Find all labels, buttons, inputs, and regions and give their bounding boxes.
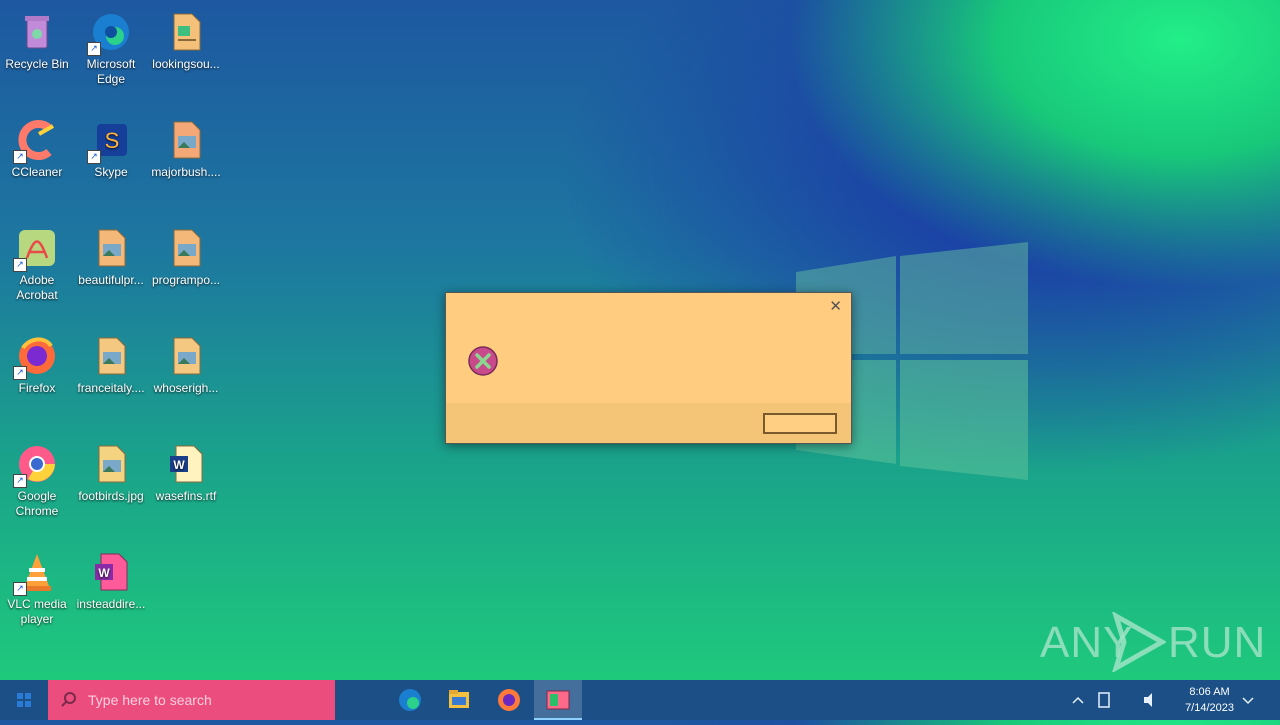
play-icon <box>1112 612 1166 672</box>
tray-volume[interactable] <box>1140 680 1160 720</box>
ok-button[interactable] <box>763 413 837 434</box>
chrome-icon: ↗ <box>13 442 59 488</box>
start-button[interactable] <box>0 680 48 720</box>
desktop-icon-footbirds[interactable]: footbirds.jpg <box>74 436 148 504</box>
dialog-footer <box>446 403 851 443</box>
desktop-icon-label: Microsoft Edge <box>86 57 136 86</box>
desktop-icon-label: Recycle Bin <box>5 57 69 71</box>
edge-icon <box>399 689 421 711</box>
desktop-icon-franceitaly[interactable]: franceitaly.... <box>74 328 148 396</box>
image-file-icon <box>164 226 208 270</box>
ccleaner-icon: ↗ <box>13 118 59 164</box>
desktop-icon-label: insteaddire... <box>76 597 146 611</box>
error-icon <box>467 345 499 377</box>
desktop-icon-label: majorbush.... <box>151 165 221 179</box>
taskbar: Type here to search 8:06 AM 7/14/2023 <box>0 680 1280 720</box>
desktop-icon-label: CCleaner <box>11 165 63 179</box>
desktop-icon-label: programpo... <box>151 273 221 287</box>
windows-start-icon <box>17 693 31 707</box>
shortcut-arrow-icon: ↗ <box>13 366 27 380</box>
shortcut-arrow-icon: ↗ <box>13 150 27 164</box>
vlc-icon: ↗ <box>13 550 59 596</box>
desktop-icon-label: Skype <box>94 165 128 179</box>
image-file-icon <box>89 334 133 378</box>
desktop-icon-label: franceitaly.... <box>77 381 145 395</box>
shortcut-arrow-icon: ↗ <box>87 42 101 56</box>
taskbar-app-active[interactable] <box>534 680 582 720</box>
word-document-icon: W <box>164 442 208 486</box>
desktop-icon-label: whoserigh... <box>153 381 219 395</box>
recycle-bin-icon <box>15 10 59 54</box>
desktop-icon-label: footbirds.jpg <box>78 489 144 503</box>
firefox-icon <box>498 689 520 711</box>
svg-text:W: W <box>173 458 185 472</box>
error-dialog: ✕ <box>445 292 852 444</box>
chevron-down-icon <box>1242 697 1254 705</box>
search-placeholder: Type here to search <box>88 692 212 708</box>
desktop-icon-label: lookingsou... <box>152 57 220 71</box>
svg-text:W: W <box>98 566 110 580</box>
acrobat-icon: ↗ <box>13 226 59 272</box>
tray-notifications[interactable] <box>1238 680 1258 720</box>
anyrun-watermark: ANY RUN <box>1040 610 1265 674</box>
desktop-icon-label: Firefox <box>18 381 56 395</box>
image-file-icon <box>89 226 133 270</box>
shortcut-arrow-icon: ↗ <box>13 258 27 272</box>
image-file-icon <box>164 118 208 162</box>
desktop-icon-insteaddire[interactable]: W insteaddire... <box>74 544 148 612</box>
firefox-icon: ↗ <box>13 334 59 380</box>
desktop-icon-microsoft-edge[interactable]: ↗ Microsoft Edge <box>74 4 148 87</box>
speaker-icon <box>1144 693 1152 707</box>
desktop-icon-google-chrome[interactable]: ↗ Google Chrome <box>0 436 74 519</box>
desktop-icon-label: wasefins.rtf <box>155 489 217 503</box>
desktop-icon-lookingsou[interactable]: lookingsou... <box>149 4 223 72</box>
document-file-icon <box>164 10 208 54</box>
clock-time: 8:06 AM <box>1189 686 1230 698</box>
taskbar-app-edge[interactable] <box>386 680 434 720</box>
desktop-icon-programpo[interactable]: programpo... <box>149 220 223 288</box>
application-icon <box>546 690 570 710</box>
shortcut-arrow-icon: ↗ <box>13 582 27 596</box>
close-icon[interactable]: ✕ <box>829 297 842 315</box>
folder-icon <box>449 690 469 708</box>
image-file-icon <box>164 334 208 378</box>
search-icon <box>61 692 76 707</box>
desktop-icon-label: VLC media player <box>7 597 67 626</box>
tray-network[interactable] <box>1094 680 1114 720</box>
desktop-icon-vlc[interactable]: ↗ VLC media player <box>0 544 74 627</box>
svg-text:S: S <box>105 128 120 153</box>
image-file-icon <box>89 442 133 486</box>
taskbar-app-file-explorer[interactable] <box>435 680 483 720</box>
skype-icon: S ↗ <box>87 118 133 164</box>
desktop-icon-whoserigh[interactable]: whoserigh... <box>149 328 223 396</box>
network-icon <box>1098 692 1110 708</box>
desktop-icon-beautifulpr[interactable]: beautifulpr... <box>74 220 148 288</box>
desktop-icon-skype[interactable]: S ↗ Skype <box>74 112 148 180</box>
clock-date: 7/14/2023 <box>1185 702 1234 714</box>
shortcut-arrow-icon: ↗ <box>87 150 101 164</box>
edge-icon: ↗ <box>87 10 133 56</box>
chevron-up-icon <box>1072 696 1084 704</box>
desktop-icon-label: Google Chrome <box>15 489 59 518</box>
word-document-icon: W <box>89 550 133 594</box>
taskbar-clock[interactable]: 8:06 AM 7/14/2023 <box>1185 684 1234 716</box>
shortcut-arrow-icon: ↗ <box>13 474 27 488</box>
tray-show-hidden-icons[interactable] <box>1068 680 1088 720</box>
desktop-icon-adobe-acrobat[interactable]: ↗ Adobe Acrobat <box>0 220 74 303</box>
desktop-icon-firefox[interactable]: ↗ Firefox <box>0 328 74 396</box>
desktop-icon-wasefins[interactable]: W wasefins.rtf <box>149 436 223 504</box>
taskbar-app-firefox[interactable] <box>485 680 533 720</box>
desktop-icon-recycle-bin[interactable]: Recycle Bin <box>0 4 74 72</box>
desktop-icon-label: beautifulpr... <box>78 273 144 287</box>
watermark-text-right: RUN <box>1168 618 1267 667</box>
desktop-icon-ccleaner[interactable]: ↗ CCleaner <box>0 112 74 180</box>
desktop-icon-majorbush[interactable]: majorbush.... <box>149 112 223 180</box>
taskbar-search-box[interactable]: Type here to search <box>48 680 335 720</box>
desktop-icon-label: Adobe Acrobat <box>16 273 58 302</box>
